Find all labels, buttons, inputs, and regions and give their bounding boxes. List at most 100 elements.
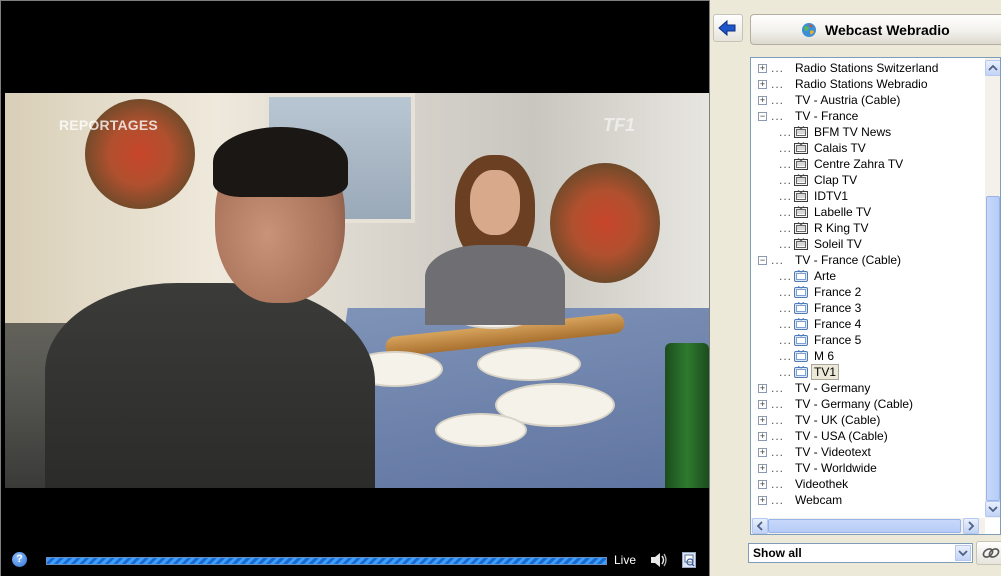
scroll-down-button[interactable]: [985, 501, 1000, 517]
tree-connector: ...: [771, 429, 785, 443]
tree-channel-label: France 2: [814, 285, 862, 299]
expand-icon[interactable]: +: [758, 400, 767, 409]
back-button[interactable]: [713, 14, 743, 42]
expand-icon[interactable]: +: [758, 416, 767, 425]
expand-icon[interactable]: +: [758, 80, 767, 89]
tv-screen-icon: [794, 366, 808, 378]
tree-connector: ...: [771, 381, 785, 395]
tree-folder-row[interactable]: +... TV - Videotext: [751, 444, 985, 460]
tree-folder-label: Webcam: [795, 493, 843, 507]
channel-tree-list: +... Radio Stations Switzerland +... Radio …: [751, 60, 985, 508]
tree-folder-row[interactable]: +... TV - Worldwide: [751, 460, 985, 476]
video-frame[interactable]: REPORTAGES TF1: [5, 93, 709, 488]
help-icon[interactable]: ?: [12, 552, 27, 567]
collapse-icon[interactable]: −: [758, 112, 767, 121]
tree-channel-label: France 5: [814, 333, 862, 347]
expand-icon[interactable]: +: [758, 448, 767, 457]
tree-vertical-scrollbar[interactable]: [985, 58, 1000, 518]
expand-icon[interactable]: +: [758, 496, 767, 505]
channel-tree[interactable]: +... Radio Stations Switzerland +... Radio …: [750, 57, 1001, 535]
expand-icon[interactable]: +: [758, 96, 767, 105]
tree-connector: ...: [771, 109, 785, 123]
chevron-down-icon[interactable]: [955, 545, 971, 561]
tree-channel-row[interactable]: ... Calais TV: [751, 140, 985, 156]
tree-connector: ...: [771, 77, 785, 91]
expand-icon[interactable]: +: [758, 464, 767, 473]
tree-connector: ...: [779, 301, 793, 315]
tree-folder-label: TV - UK (Cable): [795, 413, 881, 427]
tree-folder-row[interactable]: +... Videothek: [751, 476, 985, 492]
tree-connector: ...: [771, 93, 785, 107]
tree-channel-row[interactable]: ... M 6: [751, 348, 985, 364]
tree-folder-row[interactable]: +... TV - Germany (Cable): [751, 396, 985, 412]
live-label: Live: [614, 553, 637, 567]
app-window: REPORTAGES TF1 ? Live Webcast Webradio +…: [0, 0, 1001, 576]
video-scene-bottle: [665, 343, 709, 488]
scroll-right-button[interactable]: [963, 518, 979, 534]
webcast-webradio-header-button[interactable]: Webcast Webradio: [750, 14, 1001, 45]
tree-channel-row[interactable]: ... BFM TV News: [751, 124, 985, 140]
volume-icon[interactable]: [649, 551, 669, 569]
tree-channel-row[interactable]: ... Arte: [751, 268, 985, 284]
tree-folder-row[interactable]: +... TV - Germany: [751, 380, 985, 396]
tree-folder-row[interactable]: +... TV - USA (Cable): [751, 428, 985, 444]
video-overlay-channel-logo: TF1: [603, 115, 636, 135]
tree-folder-row[interactable]: +... TV - UK (Cable): [751, 412, 985, 428]
tree-channel-label: Clap TV: [814, 173, 858, 187]
tree-folder-row[interactable]: −... TV - France (Cable): [751, 252, 985, 268]
tree-channel-row[interactable]: ... France 4: [751, 316, 985, 332]
tree-folder-row[interactable]: +... Radio Stations Webradio: [751, 76, 985, 92]
collapse-icon[interactable]: −: [758, 256, 767, 265]
video-scene-flowers-right: [550, 163, 660, 283]
tree-channel-label: Centre Zahra TV: [814, 157, 904, 171]
filter-select[interactable]: Show all: [748, 543, 973, 563]
scroll-up-button[interactable]: [985, 60, 1000, 76]
expand-icon[interactable]: +: [758, 384, 767, 393]
video-overlay-program-label: REPORTAGES: [59, 117, 158, 133]
stream-progress-bar[interactable]: [46, 557, 607, 565]
video-player[interactable]: REPORTAGES TF1 ? Live: [0, 0, 710, 576]
tree-channel-row[interactable]: ... France 5: [751, 332, 985, 348]
tree-channel-label-selected: TV1: [811, 364, 840, 380]
tree-folder-row[interactable]: +... Radio Stations Switzerland: [751, 60, 985, 76]
tree-folder-label: TV - Worldwide: [795, 461, 877, 475]
tree-folder-row[interactable]: −... TV - France: [751, 108, 985, 124]
tree-folder-row[interactable]: +... Webcam: [751, 492, 985, 508]
link-button[interactable]: [976, 541, 1001, 565]
tree-channel-row[interactable]: ... TV1: [751, 364, 985, 380]
tree-channel-row[interactable]: ... France 3: [751, 300, 985, 316]
tv-channel-icon: [794, 206, 808, 218]
tree-connector: ...: [779, 237, 793, 251]
tree-folder-label: TV - Videotext: [795, 445, 871, 459]
expand-icon[interactable]: +: [758, 480, 767, 489]
tree-horizontal-scrollbar[interactable]: [751, 518, 985, 534]
tv-channel-icon: [794, 158, 808, 170]
fullscreen-icon[interactable]: [682, 552, 696, 568]
tv-screen-icon: [794, 286, 808, 298]
tree-channel-label: Soleil TV: [814, 237, 862, 251]
tree-connector: ...: [779, 285, 793, 299]
tree-channel-row[interactable]: ... Soleil TV: [751, 236, 985, 252]
tv-channel-icon: [794, 142, 808, 154]
tree-channel-row[interactable]: ... Clap TV: [751, 172, 985, 188]
arrow-left-icon: [718, 19, 736, 37]
tree-channel-row[interactable]: ... R King TV: [751, 220, 985, 236]
man-body: [45, 283, 375, 488]
horizontal-scroll-thumb[interactable]: [768, 519, 961, 533]
panel-title: Webcast Webradio: [825, 22, 950, 38]
vertical-scroll-thumb[interactable]: [986, 196, 1000, 501]
woman-face: [470, 170, 520, 235]
tree-channel-row[interactable]: ... Labelle TV: [751, 204, 985, 220]
tree-connector: ...: [771, 445, 785, 459]
expand-icon[interactable]: +: [758, 432, 767, 441]
tree-connector: ...: [779, 333, 793, 347]
expand-icon[interactable]: +: [758, 64, 767, 73]
tree-channel-row[interactable]: ... Centre Zahra TV: [751, 156, 985, 172]
tree-channel-row[interactable]: ... IDTV1: [751, 188, 985, 204]
tree-channel-row[interactable]: ... France 2: [751, 284, 985, 300]
tree-folder-row[interactable]: +... TV - Austria (Cable): [751, 92, 985, 108]
tree-channel-label: Calais TV: [814, 141, 866, 155]
tree-channel-label: Arte: [814, 269, 837, 283]
video-scene-man: [45, 127, 375, 488]
scroll-left-button[interactable]: [752, 518, 768, 534]
